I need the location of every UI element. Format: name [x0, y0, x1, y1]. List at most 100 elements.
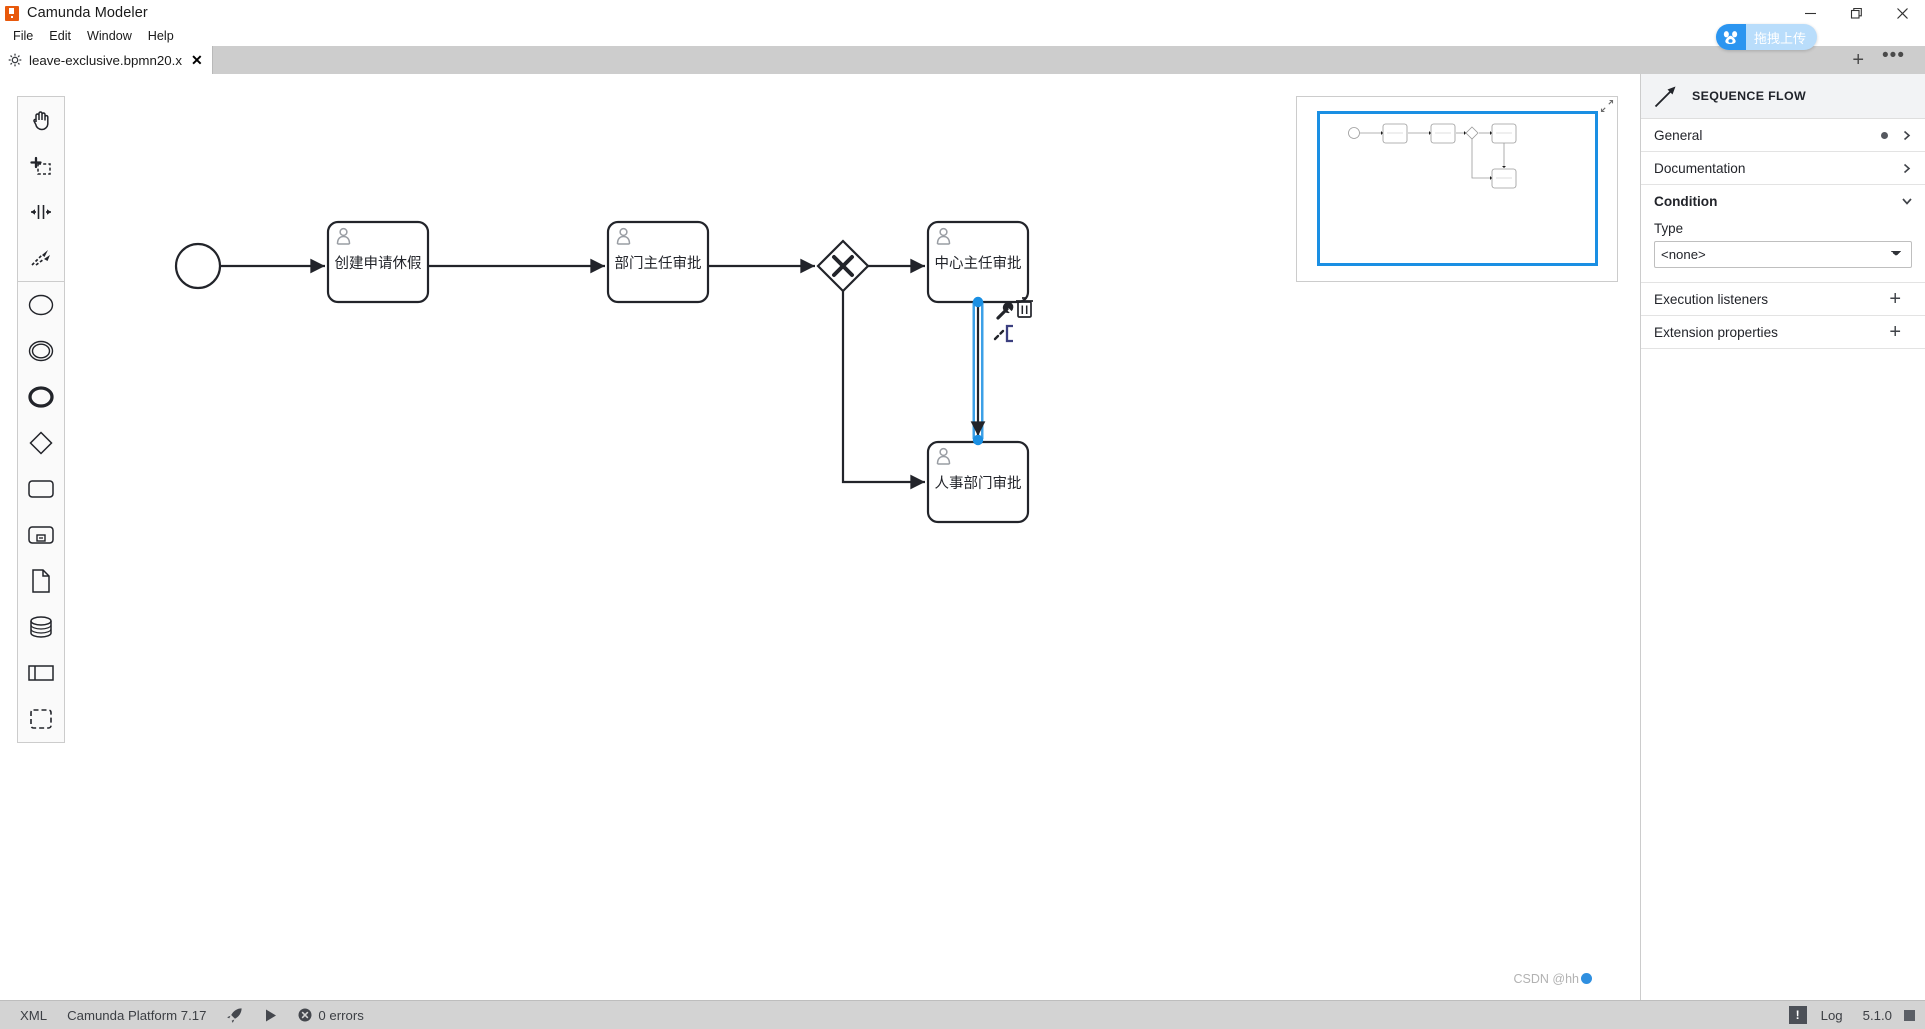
run-icon[interactable]	[253, 1008, 288, 1023]
status-error-count[interactable]: 0 errors	[288, 1008, 373, 1023]
chevron-right-icon[interactable]	[1900, 129, 1913, 142]
delete-icon[interactable]	[1016, 297, 1033, 318]
tab-bar-actions: + •••	[1844, 46, 1925, 74]
chevron-right-icon[interactable]	[1900, 162, 1913, 175]
baidu-netdisk-icon	[1715, 24, 1746, 50]
condition-type-label: Type	[1654, 221, 1684, 236]
subprocess-expanded-icon[interactable]	[18, 512, 64, 558]
title-bar: Camunda Modeler	[0, 0, 1925, 26]
status-bar-right: ! Log 5.1.0	[1788, 1001, 1925, 1029]
condition-type-select[interactable]: <none> Expression Script	[1654, 241, 1912, 268]
properties-group-general-label: General	[1654, 127, 1703, 143]
deploy-icon[interactable]	[216, 1007, 253, 1024]
bpmn-palette[interactable]	[17, 96, 65, 743]
chevron-down-icon[interactable]	[1900, 195, 1913, 208]
tab-label: leave-exclusive.bpmn20.x	[29, 52, 182, 68]
lasso-tool-icon[interactable]	[18, 143, 64, 189]
gateway-icon[interactable]	[18, 420, 64, 466]
baidu-netdisk-upload-widget[interactable]: 拖拽上传	[1715, 24, 1817, 50]
task-3-label: 中心主任审批	[935, 255, 1022, 272]
add-execution-listener-button[interactable]: +	[1889, 289, 1913, 309]
properties-group-condition[interactable]: Condition Type <none> Expression Script	[1641, 185, 1925, 283]
properties-group-execution-listeners[interactable]: Execution listeners +	[1641, 283, 1925, 316]
task-icon[interactable]	[18, 466, 64, 512]
start-event-icon[interactable]	[18, 282, 64, 328]
window-title: Camunda Modeler	[27, 5, 148, 21]
bpmn-canvas[interactable]: 创建申请休假 部门主任审批 中心主任审批 人事部门审批 CSDN @hh	[0, 74, 1640, 1000]
shape-exclusive-gateway	[816, 239, 870, 293]
status-engine-version[interactable]: Camunda Platform 7.17	[57, 1008, 216, 1023]
menu-help[interactable]: Help	[140, 26, 182, 46]
wrench-icon[interactable]	[996, 302, 1014, 320]
camunda-modeler-window: Camunda Modeler File Edit Window Help le…	[0, 0, 1925, 1029]
properties-group-documentation[interactable]: Documentation	[1641, 152, 1925, 185]
tab-bar: leave-exclusive.bpmn20.x ✕ + •••	[0, 46, 1925, 74]
status-bar: XML Camunda Platform 7.17 0 errors ! Log…	[0, 1000, 1925, 1029]
group-icon[interactable]	[18, 696, 64, 742]
palette-group-elements	[18, 281, 64, 742]
menu-window[interactable]: Window	[79, 26, 140, 46]
execution-listeners-label: Execution listeners	[1654, 291, 1769, 307]
restore-icon[interactable]	[1833, 0, 1879, 26]
bpmn-file-icon	[8, 53, 22, 67]
shape-task-1: 创建申请休假	[326, 220, 430, 304]
shape-task-3: 中心主任审批	[926, 220, 1030, 304]
properties-group-general[interactable]: General	[1641, 119, 1925, 152]
extension-properties-label: Extension properties	[1654, 324, 1778, 340]
task-2-label: 部门主任审批	[615, 255, 702, 272]
tab-close-icon[interactable]: ✕	[191, 53, 203, 67]
netdisk-upload-label: 拖拽上传	[1753, 30, 1806, 46]
properties-group-condition-head[interactable]: Condition	[1641, 185, 1925, 217]
properties-group-general-head[interactable]: General	[1641, 119, 1925, 151]
properties-group-extension-properties[interactable]: Extension properties +	[1641, 316, 1925, 349]
shape-task-2: 部门主任审批	[606, 220, 710, 304]
main-body: 创建申请休假 部门主任审批 中心主任审批 人事部门审批 CSDN @hh SEQ…	[0, 74, 1925, 1000]
close-icon[interactable]	[1879, 0, 1925, 26]
palette-group-tools	[18, 97, 64, 281]
log-button[interactable]: Log	[1821, 1008, 1843, 1023]
properties-group-documentation-head[interactable]: Documentation	[1641, 152, 1925, 184]
properties-header-title: SEQUENCE FLOW	[1692, 89, 1807, 103]
properties-panel: SEQUENCE FLOW General Documentation Cond…	[1640, 74, 1925, 1000]
tab-overflow-button[interactable]: •••	[1876, 46, 1911, 65]
add-extension-property-button[interactable]: +	[1889, 322, 1913, 342]
properties-group-documentation-label: Documentation	[1654, 160, 1746, 176]
menu-file[interactable]: File	[5, 26, 41, 46]
error-count-label: 0 errors	[318, 1007, 364, 1023]
data-object-icon[interactable]	[18, 558, 64, 604]
hand-tool-icon[interactable]	[18, 97, 64, 143]
participant-icon[interactable]	[18, 650, 64, 696]
intermediate-event-icon[interactable]	[18, 328, 64, 374]
resize-grip-icon[interactable]	[1904, 1009, 1915, 1021]
camunda-icon	[5, 5, 19, 21]
collapse-minimap-icon[interactable]	[1600, 99, 1614, 113]
general-status-dot	[1881, 131, 1888, 139]
flow-task3-to-task4-selected	[970, 296, 986, 446]
window-controls	[1787, 0, 1925, 26]
minimap-viewport[interactable]	[1317, 111, 1598, 266]
minimap[interactable]	[1296, 96, 1618, 282]
status-xml-toggle[interactable]: XML	[10, 1008, 57, 1023]
task-1-label: 创建申请休假	[335, 255, 422, 272]
task-4-label: 人事部门审批	[935, 475, 1022, 492]
properties-group-condition-label: Condition	[1654, 193, 1718, 209]
properties-group-execution-listeners-head[interactable]: Execution listeners +	[1641, 283, 1925, 315]
log-badge-icon[interactable]: !	[1788, 1006, 1807, 1024]
tab-leave-exclusive[interactable]: leave-exclusive.bpmn20.x ✕	[0, 46, 213, 74]
condition-body: Type <none> Expression Script	[1641, 217, 1925, 282]
end-event-icon[interactable]	[18, 374, 64, 420]
sequence-flows	[220, 258, 925, 490]
global-connect-tool-icon[interactable]	[18, 235, 64, 281]
space-tool-icon[interactable]	[18, 189, 64, 235]
menu-edit[interactable]: Edit	[41, 26, 79, 46]
data-store-icon[interactable]	[18, 604, 64, 650]
properties-header: SEQUENCE FLOW	[1641, 74, 1925, 119]
properties-group-extension-properties-head[interactable]: Extension properties +	[1641, 316, 1925, 348]
flow-gateway-to-task4	[841, 291, 925, 490]
shape-task-4: 人事部门审批	[926, 440, 1030, 524]
menu-bar: File Edit Window Help	[0, 26, 1925, 46]
new-tab-button[interactable]: +	[1844, 50, 1872, 70]
append-icon[interactable]	[993, 324, 1013, 343]
minimize-icon[interactable]	[1787, 0, 1833, 26]
context-pad	[993, 297, 1033, 343]
